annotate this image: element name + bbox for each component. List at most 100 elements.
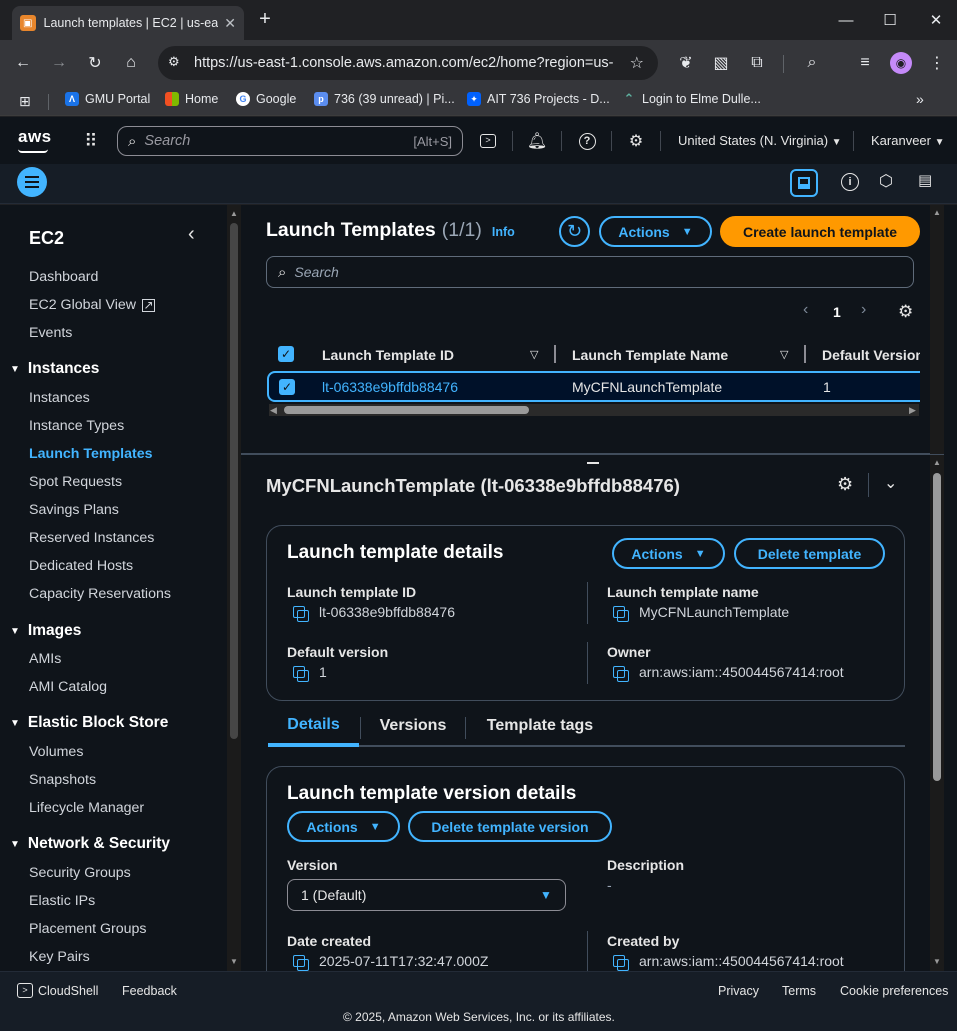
- media-icon[interactable]: ≡: [853, 51, 877, 75]
- sort-icon[interactable]: ▽: [780, 348, 788, 361]
- tab-details[interactable]: Details: [268, 707, 359, 747]
- side-nav-title[interactable]: EC2: [29, 228, 64, 249]
- refresh-button[interactable]: ↻: [559, 216, 590, 247]
- puzzle-icon[interactable]: ⧉: [745, 51, 769, 75]
- minimize-icon[interactable]: —: [831, 8, 861, 32]
- details-actions-button[interactable]: Actions ▼: [612, 538, 725, 569]
- version-actions-button[interactable]: Actions ▼: [287, 811, 400, 842]
- aws-logo[interactable]: aws: [18, 127, 52, 147]
- bookmark-home[interactable]: Home: [165, 92, 218, 106]
- nav-item-lifecycle-manager[interactable]: Lifecycle Manager: [29, 800, 144, 816]
- copy-icon[interactable]: [293, 666, 309, 682]
- scroll-left-icon[interactable]: ◀: [270, 405, 277, 416]
- nav-section-images[interactable]: ▼ Images: [10, 622, 81, 640]
- bookmark-elme[interactable]: ⌃ Login to Elme Dulle...: [622, 91, 761, 106]
- nav-item-key-pairs[interactable]: Key Pairs: [29, 949, 90, 965]
- next-page-icon[interactable]: ›: [861, 301, 866, 319]
- back-icon[interactable]: ←: [11, 51, 35, 75]
- sort-icon[interactable]: ▽: [530, 348, 538, 361]
- nav-item-instances[interactable]: Instances: [29, 390, 90, 406]
- detail-scroll-thumb[interactable]: [933, 473, 941, 781]
- tab-versions[interactable]: Versions: [363, 717, 463, 735]
- bookmark-google[interactable]: G Google: [236, 92, 296, 106]
- scroll-up-icon[interactable]: ▲: [933, 458, 941, 467]
- copy-icon[interactable]: [613, 606, 629, 622]
- nav-item-events[interactable]: Events: [29, 325, 72, 341]
- search-tabs-icon[interactable]: ⌕: [800, 51, 824, 75]
- tab-template-tags[interactable]: Template tags: [471, 717, 609, 735]
- table-row[interactable]: ✓ lt-06338e9bffdb88476 MyCFNLaunchTempla…: [267, 371, 920, 402]
- cloudshell-icon[interactable]: >: [17, 983, 33, 998]
- scroll-up-icon[interactable]: ▲: [230, 209, 238, 218]
- info-panel-icon[interactable]: i: [841, 173, 859, 191]
- delete-template-button[interactable]: Delete template: [734, 538, 885, 569]
- security-hub-icon[interactable]: ⬡: [879, 171, 893, 191]
- collapse-nav-icon[interactable]: ‹: [188, 223, 195, 246]
- sidebar-scrollbar[interactable]: ▲ ▼: [227, 205, 241, 971]
- nav-item-instance-types[interactable]: Instance Types: [29, 418, 124, 434]
- nav-item-dashboard[interactable]: Dashboard: [29, 269, 98, 285]
- browser-menu-icon[interactable]: ⋮: [925, 51, 949, 75]
- scroll-down-icon[interactable]: ▼: [230, 957, 238, 966]
- collapse-panel-icon[interactable]: ⌄: [884, 473, 897, 493]
- close-tab-icon[interactable]: ✕: [224, 15, 236, 32]
- nav-item-elastic-ips[interactable]: Elastic IPs: [29, 893, 95, 909]
- cloudshell-icon[interactable]: >: [476, 129, 500, 153]
- bookmark-gmu-portal[interactable]: Λ GMU Portal: [65, 92, 150, 106]
- cookie-preferences-link[interactable]: Cookie preferences: [840, 984, 948, 998]
- column-header-name[interactable]: Launch Template Name: [572, 347, 728, 363]
- resize-handle-icon[interactable]: [587, 462, 599, 464]
- nav-item-spot-requests[interactable]: Spot Requests: [29, 474, 122, 490]
- create-launch-template-button[interactable]: Create launch template: [720, 216, 920, 247]
- copy-icon[interactable]: [613, 666, 629, 682]
- aws-search-input[interactable]: ⌕ Search [Alt+S]: [117, 126, 463, 156]
- sidebar-scroll-thumb[interactable]: [230, 223, 238, 739]
- scroll-up-icon[interactable]: ▲: [933, 208, 941, 217]
- notifications-panel-icon[interactable]: ▤: [918, 171, 932, 189]
- nav-item-amis[interactable]: AMIs: [29, 651, 61, 667]
- browser-tab[interactable]: ▣ Launch templates | EC2 | us-eas ✕: [12, 6, 244, 40]
- detail-scrollbar[interactable]: ▲ ▼: [930, 455, 944, 971]
- terms-link[interactable]: Terms: [782, 984, 816, 998]
- apps-grid-icon[interactable]: ⊞: [19, 93, 31, 110]
- nav-item-reserved-instances[interactable]: Reserved Instances: [29, 530, 154, 546]
- nav-item-ami-catalog[interactable]: AMI Catalog: [29, 679, 107, 695]
- template-id-link[interactable]: lt-06338e9bffdb88476: [322, 379, 458, 395]
- nav-item-global-view[interactable]: EC2 Global View ↗: [29, 297, 155, 313]
- side-nav-toggle-icon[interactable]: [17, 167, 47, 197]
- page-number[interactable]: 1: [833, 304, 841, 320]
- nav-item-volumes[interactable]: Volumes: [29, 744, 83, 760]
- feedback-link[interactable]: Feedback: [122, 984, 177, 998]
- extension-leaf-icon[interactable]: ❦: [674, 51, 698, 75]
- close-window-icon[interactable]: ✕: [921, 8, 951, 32]
- bookmark-dropbox[interactable]: ✦ AIT 736 Projects - D...: [467, 92, 610, 106]
- column-resizer[interactable]: [804, 345, 806, 363]
- cloudshell-link[interactable]: CloudShell: [38, 984, 98, 998]
- scroll-down-icon[interactable]: ▼: [933, 957, 941, 966]
- nav-item-launch-templates[interactable]: Launch Templates: [29, 446, 153, 462]
- notifications-bell-icon[interactable]: 🔔︎: [525, 129, 549, 153]
- split-panel-divider[interactable]: [241, 453, 944, 455]
- nav-item-security-groups[interactable]: Security Groups: [29, 865, 131, 881]
- nav-item-dedicated-hosts[interactable]: Dedicated Hosts: [29, 558, 133, 574]
- delete-version-button[interactable]: Delete template version: [408, 811, 612, 842]
- region-selector[interactable]: United States (N. Virginia) ▼: [678, 133, 842, 148]
- nav-item-placement-groups[interactable]: Placement Groups: [29, 921, 147, 937]
- column-header-version[interactable]: Default Version: [822, 347, 920, 363]
- table-settings-gear-icon[interactable]: ⚙: [898, 302, 913, 322]
- bookmark-star-icon[interactable]: ☆: [630, 53, 644, 73]
- nav-section-network-security[interactable]: ▼ Network & Security: [10, 835, 170, 853]
- copy-icon[interactable]: [613, 955, 629, 971]
- scroll-right-icon[interactable]: ▶: [909, 405, 916, 416]
- privacy-link[interactable]: Privacy: [718, 984, 759, 998]
- forward-icon[interactable]: →: [47, 51, 71, 75]
- services-grid-icon[interactable]: ⠿: [79, 129, 103, 153]
- list-actions-button[interactable]: Actions ▼: [599, 216, 712, 247]
- nav-item-savings-plans[interactable]: Savings Plans: [29, 502, 119, 518]
- column-header-id[interactable]: Launch Template ID: [322, 347, 454, 363]
- row-checkbox[interactable]: ✓: [279, 379, 295, 395]
- split-panel-icon[interactable]: [790, 169, 818, 197]
- horizontal-scroll-thumb[interactable]: [284, 406, 529, 414]
- nav-section-instances[interactable]: ▼ Instances: [10, 360, 99, 378]
- prev-page-icon[interactable]: ‹: [803, 301, 808, 319]
